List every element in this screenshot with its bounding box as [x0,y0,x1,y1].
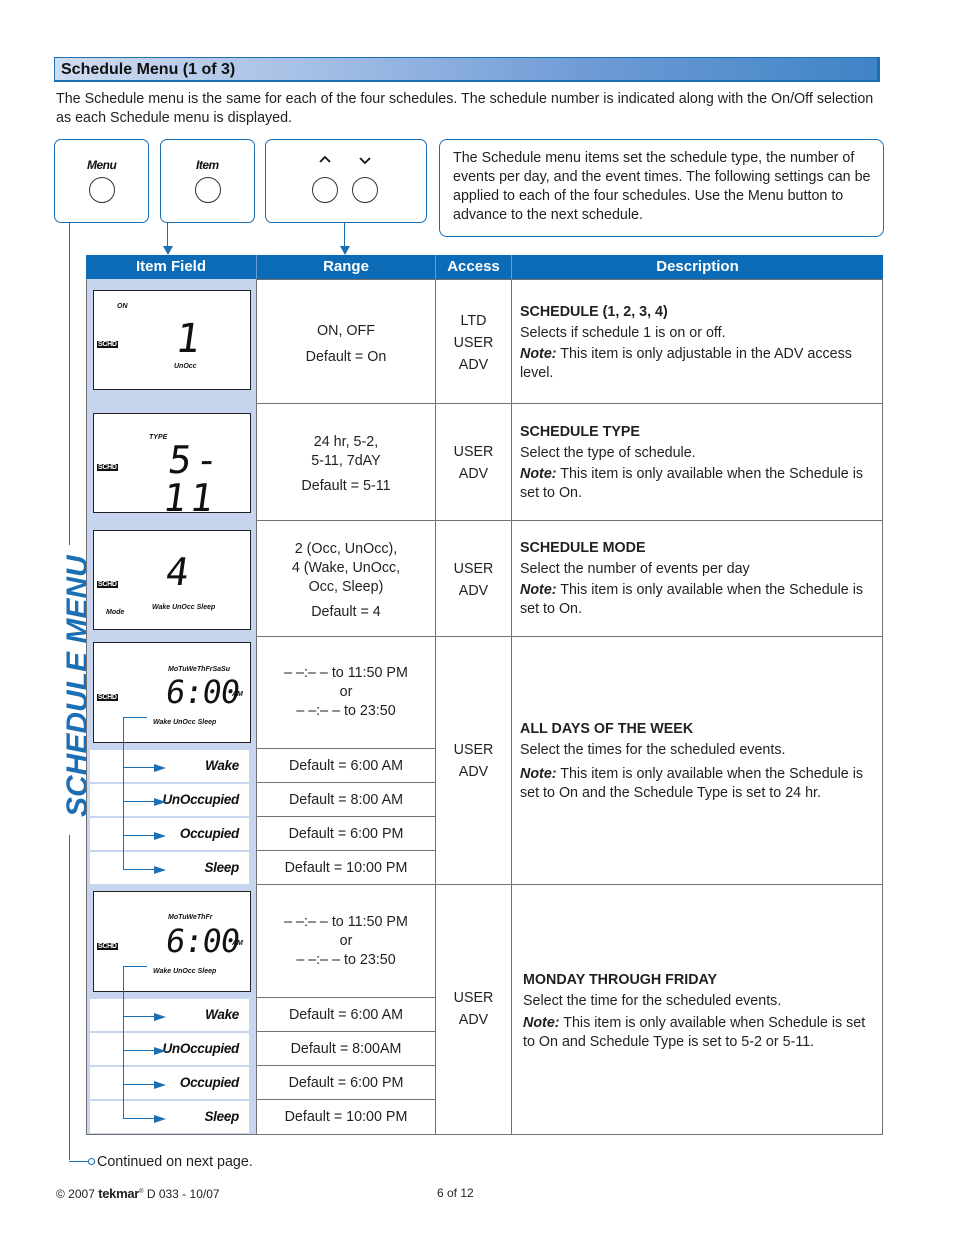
range-cell: 2 (Occ, UnOcc), 4 (Wake, UnOcc, Occ, Sle… [291,541,401,620]
info-box: The Schedule menu items set the schedule… [439,139,884,237]
item-button-panel: Item [160,139,255,223]
lcd-display: ON SCHD 1 UnOcc [93,290,251,390]
continued-circle-icon [88,1158,95,1165]
arrow-right-icon [154,1047,166,1055]
menu-button[interactable] [89,177,115,203]
range-cell: 24 hr, 5-2, 5-11, 7dAY Default = 5-11 [301,434,391,494]
down-button[interactable] [352,177,378,203]
range-cell: – –:– – to 11:50 PM or – –:– – to 23:50 [284,914,408,968]
tree-connector [123,717,124,869]
arrow-right-icon [154,764,166,772]
access-cell: USER ADV [453,742,494,780]
description-cell: MONDAY THROUGH FRIDAY Select the time fo… [523,972,866,1050]
range-cell: ON, OFF Default = On [305,323,387,365]
tree-connector [123,717,147,718]
header-range: Range [323,258,369,275]
arrows-connector-line [344,223,345,247]
event-default-unoccupied: Default = 8:00 AM [288,792,404,808]
lcd-display: SCHD 4 Wake UnOcc Sleep Mode [93,530,251,630]
event-default-wake: Default = 6:00 AM [288,1007,404,1023]
intro-paragraph: The Schedule menu is the same for each o… [56,91,874,126]
header-description: Description [656,258,739,275]
menu-connector-line-end [69,1161,89,1162]
menu-connector-line-top [69,223,70,545]
event-default-sleep: Default = 10:00 PM [284,860,408,876]
down-caret-icon [359,154,371,168]
menu-button-label: Menu [87,158,117,172]
item-arrow-down-icon [163,246,173,255]
event-row-sleep: Sleep [90,1101,249,1133]
continued-note: Continued on next page. [97,1154,253,1170]
access-cell: USER ADV [453,990,494,1028]
footer-copyright: © 2007 tekmar® D 033 - 10/07 [56,1186,220,1201]
arrow-right-icon [154,798,166,806]
item-connector-line [167,223,168,247]
lcd-display: TYPE SCHD 5-11 [93,413,251,520]
arrow-right-icon [154,1115,166,1123]
lcd-display: MoTuWeThFrSaSu SCHD 6:00 AM Wake UnOcc S… [93,642,251,743]
arrow-buttons-panel [265,139,427,223]
event-row-wake: Wake [90,750,249,782]
menu-button-panel: Menu [54,139,149,223]
arrow-right-icon [154,866,166,874]
event-default-wake: Default = 6:00 AM [288,758,404,774]
page-number: 6 of 12 [437,1186,474,1200]
access-cell: USER ADV [453,444,494,482]
description-cell: SCHEDULE TYPE Select the type of schedul… [520,424,864,501]
tree-connector [123,966,147,967]
event-default-sleep: Default = 10:00 PM [284,1109,408,1125]
range-cell: – –:– – to 11:50 PM or – –:– – to 23:50 [284,665,408,719]
item-button[interactable] [195,177,221,203]
section-title: Schedule Menu (1 of 3) [61,61,236,78]
event-default-unoccupied: Default = 8:00AM [290,1041,402,1057]
menu-connector-line-bottom [69,835,70,1160]
up-button[interactable] [312,177,338,203]
arrows-arrow-down-icon [340,246,350,255]
section-title-band: Schedule Menu (1 of 3) [54,57,880,82]
event-row-sleep: Sleep [90,852,249,884]
arrow-right-icon [154,832,166,840]
arrow-right-icon [154,1081,166,1089]
description-cell: SCHEDULE (1, 2, 3, 4) Selects if schedul… [520,304,852,381]
event-default-occupied: Default = 6:00 PM [288,1075,404,1091]
table-header: Item Field Range Access Description [86,255,883,279]
event-row-unoccupied: UnOccupied [90,784,249,816]
event-row-unoccupied: UnOccupied [90,1033,249,1065]
event-row-occupied: Occupied [90,818,249,850]
access-cell: USER ADV [453,561,494,599]
tree-connector [123,966,124,1118]
event-default-occupied: Default = 6:00 PM [288,826,404,842]
up-caret-icon [319,152,331,166]
access-cell: LTD USER ADV [453,313,494,373]
lcd-display: MoTuWeThFr SCHD 6:00 AM Wake UnOcc Sleep [93,891,251,992]
arrow-right-icon [154,1013,166,1021]
tekmar-logo: tekmar [98,1186,140,1201]
description-cell: SCHEDULE MODE Select the number of event… [520,540,864,617]
description-cell: ALL DAYS OF THE WEEK Select the times fo… [520,721,864,801]
event-row-occupied: Occupied [90,1067,249,1099]
item-button-label: Item [196,158,219,172]
header-item-field: Item Field [135,258,206,275]
header-access: Access [447,258,500,275]
event-row-wake: Wake [90,999,249,1031]
